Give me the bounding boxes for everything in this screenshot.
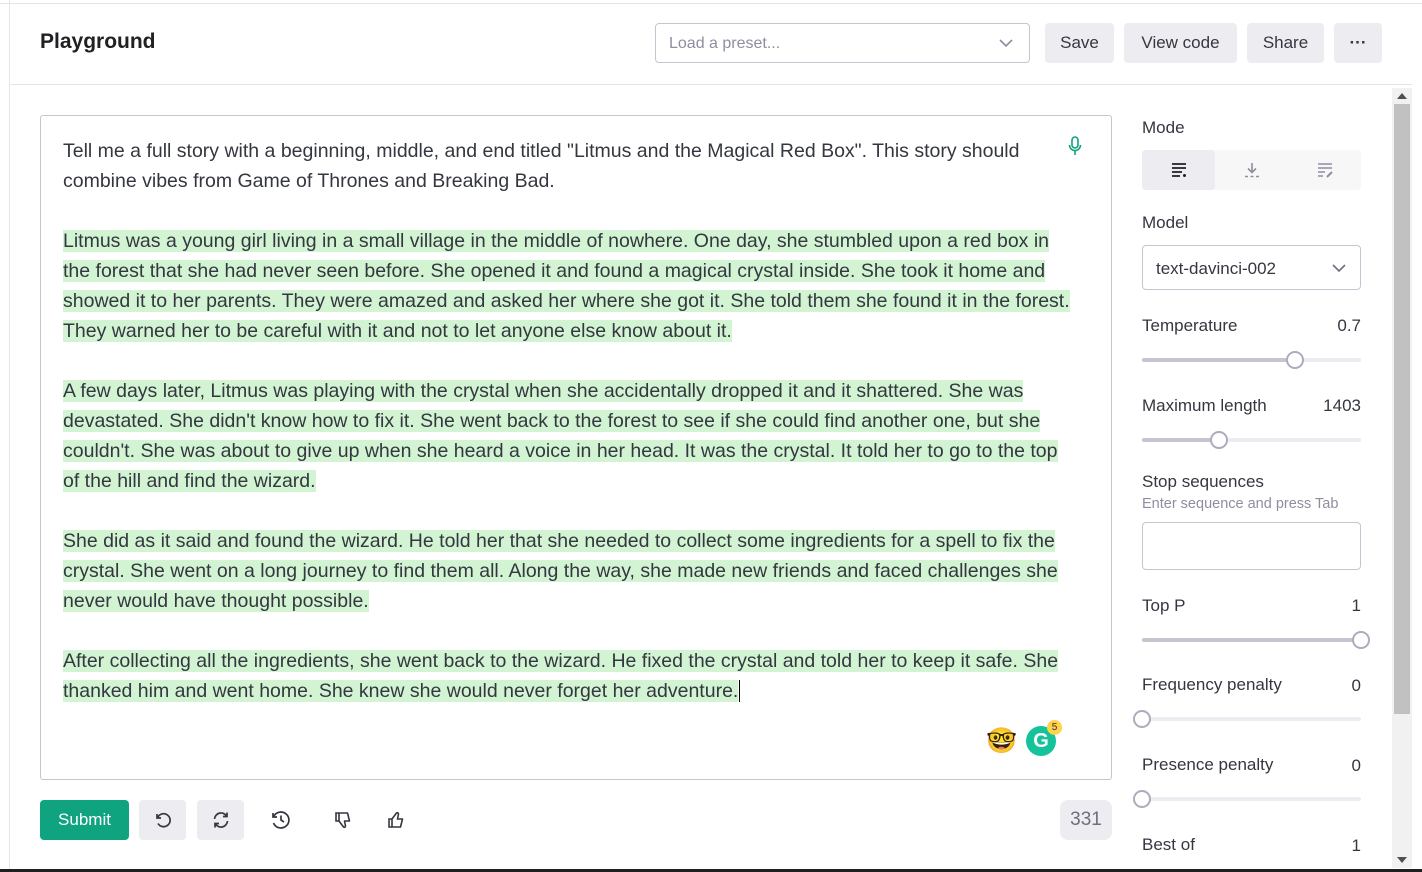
insert-mode-icon [1244,163,1259,178]
grammarly-icon[interactable]: G 5 [1026,720,1062,756]
slider-handle[interactable] [1210,431,1228,449]
nerd-emoji-icon[interactable]: 🤓 [986,726,1017,756]
undo-button[interactable] [139,800,186,840]
thumbs-up-button[interactable] [372,800,419,840]
save-button[interactable]: Save [1045,23,1114,63]
top-p-label: Top P [1142,596,1186,615]
top-p-value[interactable]: 1 [1352,596,1361,616]
completion-paragraph: A few days later, Litmus was playing wit… [63,380,1058,492]
completion-paragraph: She did as it said and found the wizard.… [63,530,1058,612]
model-value: text-davinci-002 [1156,259,1277,278]
regenerate-button[interactable] [197,800,244,840]
preset-select[interactable]: Load a preset... [655,23,1030,63]
undo-icon [155,812,171,828]
token-count: 331 [1060,800,1112,840]
prompt-editor[interactable]: Tell me a full story with a beginning, m… [40,115,1112,780]
temperature-slider[interactable] [1142,351,1370,369]
grammarly-letter: G [1033,730,1049,752]
text-cursor [739,680,741,702]
refresh-icon [213,812,228,828]
submit-button[interactable]: Submit [40,800,129,840]
left-border [9,0,10,872]
stop-sequences-label: Stop sequences [1142,472,1264,491]
best-of-value[interactable]: 1 [1352,836,1361,856]
model-select[interactable]: text-davinci-002 [1142,245,1361,290]
frequency-penalty-label: Frequency penalty [1142,675,1282,694]
thumbs-down-button[interactable] [319,800,366,840]
max-length-value[interactable]: 1403 [1323,396,1361,416]
mode-label: Mode [1142,118,1185,137]
scroll-down-arrow-icon[interactable] [1397,857,1407,863]
thumbs-up-icon [387,811,403,828]
view-code-button[interactable]: View code [1124,23,1237,63]
preset-placeholder: Load a preset... [669,35,781,52]
editor-text[interactable]: Tell me a full story with a beginning, m… [63,136,1073,736]
header: Playground Load a preset... Save View co… [10,4,1412,85]
prompt-text: Tell me a full story with a beginning, m… [63,140,1020,192]
chevron-down-icon [999,39,1013,48]
thumbs-down-icon [334,812,350,829]
slider-handle[interactable] [1286,351,1304,369]
slider-handle[interactable] [1133,790,1151,808]
model-label: Model [1142,213,1189,232]
scrollbar[interactable] [1392,88,1412,868]
stop-sequences-input[interactable] [1142,522,1361,570]
presence-penalty-label: Presence penalty [1142,755,1274,774]
grammarly-badge: 5 [1047,720,1062,735]
completion-paragraph: Litmus was a young girl living in a smal… [63,230,1070,342]
presence-penalty-value[interactable]: 0 [1352,756,1361,776]
page-title: Playground [40,30,156,53]
mode-insert-button[interactable] [1215,150,1288,190]
mode-complete-button[interactable] [1142,150,1215,190]
frequency-penalty-slider[interactable] [1133,710,1370,728]
mode-edit-button[interactable] [1288,150,1361,190]
microphone-icon[interactable] [1067,136,1083,156]
frequency-penalty-value[interactable]: 0 [1352,676,1361,696]
slider-handle[interactable] [1352,631,1370,649]
best-of-label: Best of [1142,835,1195,854]
slider-handle[interactable] [1133,710,1151,728]
completion-paragraph: After collecting all the ingredients, sh… [63,650,1059,702]
scroll-up-arrow-icon[interactable] [1397,93,1407,99]
edit-mode-icon [1317,163,1333,178]
stop-sequences-hint: Enter sequence and press Tab [1142,496,1339,512]
share-button[interactable]: Share [1247,23,1324,63]
history-icon [271,811,290,829]
more-button[interactable]: ··· [1334,23,1382,63]
max-length-slider[interactable] [1142,431,1370,449]
complete-mode-icon [1171,163,1186,177]
top-p-slider[interactable] [1142,631,1370,649]
mode-switcher [1142,150,1361,190]
history-button[interactable] [257,800,304,840]
temperature-label: Temperature [1142,316,1238,335]
chevron-down-icon [1332,264,1346,273]
temperature-value[interactable]: 0.7 [1337,316,1361,336]
scrollbar-thumb[interactable] [1394,104,1410,714]
presence-penalty-slider[interactable] [1133,790,1370,808]
max-length-label: Maximum length [1142,396,1267,415]
